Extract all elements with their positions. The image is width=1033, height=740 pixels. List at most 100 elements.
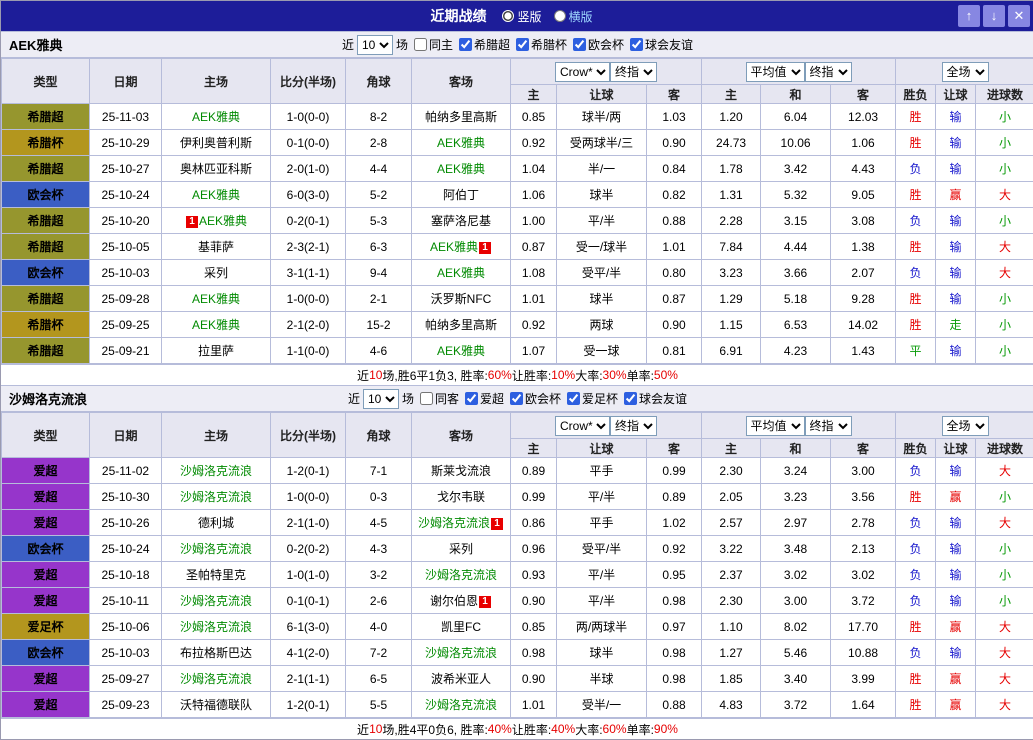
- team-name[interactable]: 谢尔伯恩: [430, 594, 478, 608]
- team-name[interactable]: 沙姆洛克流浪: [180, 672, 252, 686]
- team-name[interactable]: 伊利奥普利斯: [180, 136, 252, 150]
- eu-stage-select[interactable]: 终指: [805, 62, 852, 82]
- team-name[interactable]: 沙姆洛克流浪: [180, 490, 252, 504]
- team-name[interactable]: 阿伯丁: [443, 188, 479, 202]
- league-filter[interactable]: 球会友谊: [624, 390, 687, 407]
- league-filter[interactable]: 球会友谊: [630, 36, 693, 53]
- team-name[interactable]: 沙姆洛克流浪: [180, 464, 252, 478]
- same-venue-checkbox[interactable]: [420, 392, 433, 405]
- team-name[interactable]: 凯里FC: [441, 620, 481, 634]
- team-name[interactable]: 戈尔韦联: [437, 490, 485, 504]
- league-checkbox[interactable]: [630, 38, 643, 51]
- league-checkbox[interactable]: [459, 38, 472, 51]
- eu-stage-select[interactable]: 终指: [805, 416, 852, 436]
- corner-cell: 5-2: [346, 182, 412, 208]
- eu-away-cell: 3.08: [831, 208, 896, 234]
- league-filter[interactable]: 爱超: [465, 390, 504, 407]
- team-name[interactable]: 帕纳多里高斯: [425, 318, 497, 332]
- league-checkbox[interactable]: [624, 392, 637, 405]
- team-name[interactable]: 基菲萨: [198, 240, 234, 254]
- eu-source-select[interactable]: 平均值: [746, 62, 805, 82]
- match-row: 爱超25-11-02沙姆洛克流浪1-2(0-1)7-1斯莱戈流浪0.89平手0.…: [2, 458, 1033, 484]
- ah-stage-select[interactable]: 终指: [610, 416, 657, 436]
- league-type-cell: 爱超: [2, 666, 90, 692]
- team-name[interactable]: 沙姆洛克流浪: [425, 568, 497, 582]
- bookmaker-select[interactable]: Crow*: [555, 62, 610, 82]
- league-filter[interactable]: 爱足杯: [567, 390, 618, 407]
- team-name[interactable]: 德利城: [198, 516, 234, 530]
- result-goals-cell: 小: [976, 208, 1033, 234]
- league-checkbox[interactable]: [573, 38, 586, 51]
- eu-home-cell: 2.57: [702, 510, 761, 536]
- layout-horizontal-option[interactable]: 横版: [554, 8, 593, 25]
- team-name[interactable]: 采列: [449, 542, 473, 556]
- ah-line-cell: 球半: [557, 182, 647, 208]
- same-venue-filter[interactable]: 同主: [414, 36, 453, 53]
- team-name[interactable]: AEK雅典: [437, 162, 485, 176]
- team-name[interactable]: AEK雅典: [437, 266, 485, 280]
- corner-cell: 7-2: [346, 640, 412, 666]
- team-name[interactable]: 沙姆洛克流浪: [180, 594, 252, 608]
- vertical-radio[interactable]: [502, 10, 514, 22]
- horizontal-radio[interactable]: [554, 10, 566, 22]
- league-filter[interactable]: 欧会杯: [510, 390, 561, 407]
- team-name[interactable]: 沃特福德联队: [180, 698, 252, 712]
- bookmaker-select[interactable]: Crow*: [555, 416, 610, 436]
- team-name[interactable]: 奥林匹亚科斯: [180, 162, 252, 176]
- score-cell: 6-1(3-0): [271, 614, 346, 640]
- team-cell: 帕纳多里高斯: [412, 312, 511, 338]
- team-name[interactable]: 沃罗斯NFC: [431, 292, 492, 306]
- league-filter[interactable]: 希腊超: [459, 36, 510, 53]
- move-up-button[interactable]: ↑: [958, 5, 980, 27]
- team-name[interactable]: 采列: [204, 266, 228, 280]
- team-name[interactable]: 拉里萨: [198, 344, 234, 358]
- team-name[interactable]: 沙姆洛克流浪: [180, 620, 252, 634]
- team-name[interactable]: AEK雅典: [437, 344, 485, 358]
- fulltime-select[interactable]: 全场: [942, 416, 989, 436]
- fulltime-select[interactable]: 全场: [942, 62, 989, 82]
- team-name[interactable]: 沙姆洛克流浪: [425, 698, 497, 712]
- close-button[interactable]: ✕: [1008, 5, 1030, 27]
- match-count-select[interactable]: 10: [363, 389, 399, 409]
- team-name[interactable]: AEK雅典: [192, 110, 240, 124]
- team-name[interactable]: 波希米亚人: [431, 672, 491, 686]
- layout-vertical-option[interactable]: 竖版: [502, 8, 541, 25]
- team-name[interactable]: 帕纳多里高斯: [425, 110, 497, 124]
- match-row: 希腊杯25-10-29伊利奥普利斯0-1(0-0)2-8AEK雅典0.92受两球…: [2, 130, 1033, 156]
- league-checkbox[interactable]: [465, 392, 478, 405]
- eu-odds-header: 平均值终指: [702, 59, 896, 85]
- match-count-select[interactable]: 10: [357, 35, 393, 55]
- team-name[interactable]: 沙姆洛克流浪: [180, 542, 252, 556]
- result-wdl-cell: 胜: [896, 614, 936, 640]
- team-name[interactable]: 沙姆洛克流浪: [425, 646, 497, 660]
- league-checkbox[interactable]: [567, 392, 580, 405]
- team-name[interactable]: AEK雅典: [192, 318, 240, 332]
- team-name[interactable]: AEK雅典: [430, 240, 478, 254]
- league-checkbox[interactable]: [510, 392, 523, 405]
- ah-away-odds-cell: 0.99: [647, 458, 702, 484]
- eu-source-select[interactable]: 平均值: [746, 416, 805, 436]
- corner-cell: 4-4: [346, 156, 412, 182]
- result-wdl-cell: 负: [896, 156, 936, 182]
- team-name[interactable]: AEK雅典: [437, 136, 485, 150]
- team-name[interactable]: 塞萨洛尼基: [431, 214, 491, 228]
- league-checkbox[interactable]: [516, 38, 529, 51]
- match-row: 爱超25-09-27沙姆洛克流浪2-1(1-1)6-5波希米亚人0.90半球0.…: [2, 666, 1033, 692]
- same-venue-filter[interactable]: 同客: [420, 390, 459, 407]
- col-eu-away: 客: [831, 85, 896, 104]
- section-header: 沙姆洛克流浪 近 10 场 同客 爱超 欧会杯 爱足杯 球会友谊: [1, 385, 1033, 412]
- team-name[interactable]: 布拉格斯巴达: [180, 646, 252, 660]
- team-name[interactable]: AEK雅典: [192, 292, 240, 306]
- team-name[interactable]: 沙姆洛克流浪: [418, 516, 490, 530]
- team-cell: 沙姆洛克流浪: [162, 484, 271, 510]
- league-filter[interactable]: 希腊杯: [516, 36, 567, 53]
- team-name[interactable]: 圣帕特里克: [186, 568, 246, 582]
- team-name[interactable]: 斯莱戈流浪: [431, 464, 491, 478]
- col-header-away: 客场: [412, 413, 511, 458]
- team-name[interactable]: AEK雅典: [192, 188, 240, 202]
- league-filter[interactable]: 欧会杯: [573, 36, 624, 53]
- move-down-button[interactable]: ↓: [983, 5, 1005, 27]
- ah-stage-select[interactable]: 终指: [610, 62, 657, 82]
- team-name[interactable]: AEK雅典: [199, 214, 247, 228]
- same-venue-checkbox[interactable]: [414, 38, 427, 51]
